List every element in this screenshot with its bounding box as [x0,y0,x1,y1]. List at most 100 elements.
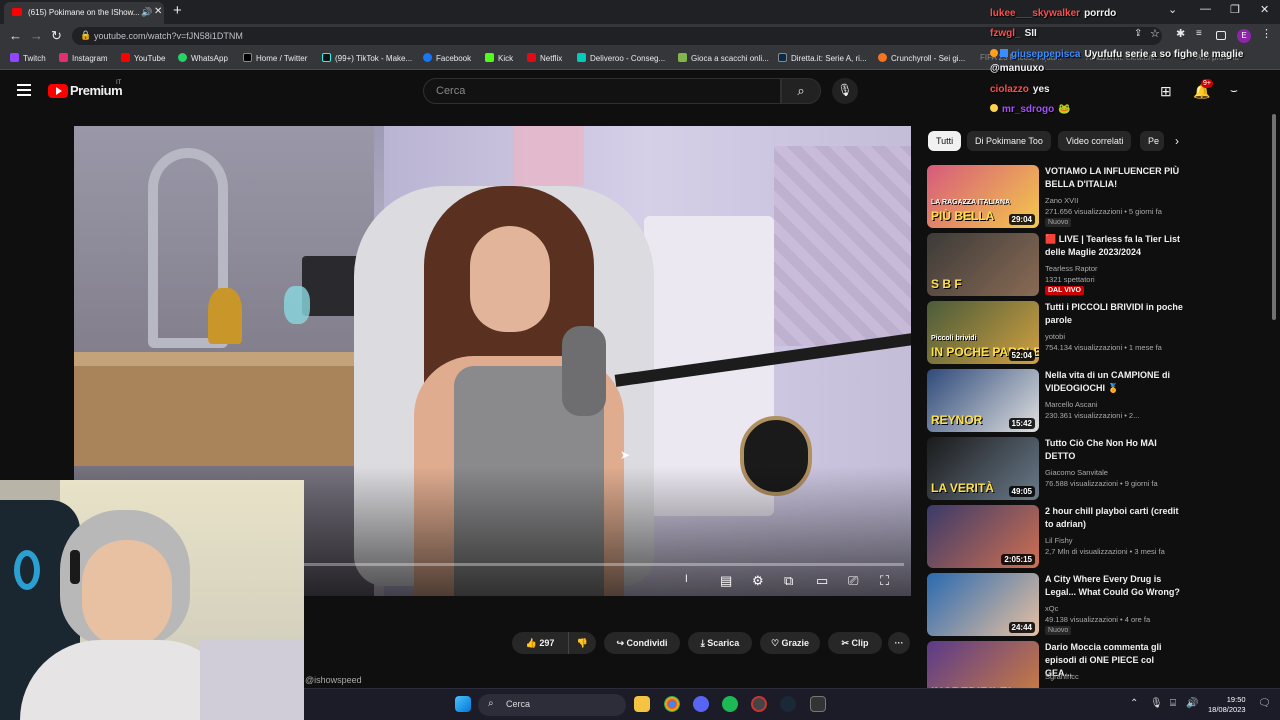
video-thumbnail[interactable]: Piccoli brividi IN POCHE PAROLE 52:04 [927,301,1039,364]
bookmark-chess[interactable]: Gioca a scacchi onli... [678,53,769,63]
bookmark-deliveroo[interactable]: Deliveroo - Conseg... [577,53,665,63]
youtube-logo-icon[interactable] [48,84,68,98]
download-button[interactable]: ⤓ Scarica [688,632,752,654]
bookmark-tiktok[interactable]: (99+) TikTok - Make... [322,53,412,63]
spotify-icon[interactable] [722,696,738,712]
miniplayer-icon[interactable]: ⧉ [784,573,793,589]
channel-name[interactable]: Giacomo Sanvitale [1045,468,1108,477]
video-title[interactable]: Nella vita di un CAMPIONE di VIDEOGIOCHI… [1045,369,1183,395]
windows-start-icon[interactable] [455,696,471,712]
channel-name[interactable]: Sgranfricc [1045,672,1079,681]
chevron-down-icon[interactable]: ⌄ [1168,3,1177,16]
microphone-icon[interactable]: 🎙 [1150,698,1163,709]
autoplay-toggle[interactable]: ⏽ [682,573,691,586]
bookmark-netflix[interactable]: Netflix [527,53,562,63]
fullscreen-icon[interactable]: ⛶ [880,573,889,589]
menu-dots-icon[interactable]: ⋮ [1261,27,1272,40]
star-icon[interactable]: ☆ [1150,27,1161,40]
bookmark-instagram[interactable]: Instagram [59,53,108,63]
bookmark-diretta[interactable]: Diretta.it: Serie A, ri... [778,53,867,63]
forward-arrow-icon[interactable]: → [30,28,43,43]
reload-icon[interactable]: ↻ [51,28,62,44]
speaker-icon[interactable]: 🔊 [141,7,152,18]
file-explorer-icon[interactable] [634,696,650,712]
recommended-video[interactable]: LA VERITÀ 49:05 Tutto Ciò Che Non Ho MAI D… [927,437,1187,501]
bookmark-twitch[interactable]: Twitch [10,53,46,63]
video-thumbnail[interactable]: REYNOR 15:42 [927,369,1039,432]
bookmark-youtube[interactable]: YouTube [121,53,165,63]
taskbar-search-input[interactable]: ⌕ Cerca [478,694,626,716]
search-button[interactable]: ⌕ [781,78,821,104]
voice-search-button[interactable]: 🎙 [832,78,858,104]
channel-handle[interactable]: @ishowspeed [305,675,362,685]
settings-gear-icon[interactable]: ⚙ [752,573,764,589]
volume-icon[interactable]: 🔊 [1186,698,1198,709]
chip-all[interactable]: Tutti [928,131,962,151]
chevron-up-icon[interactable]: ⌃ [1130,698,1138,709]
clip-button[interactable]: ✂ Clip [828,632,882,654]
channel-name[interactable]: yotobi [1045,332,1065,341]
channel-name[interactable]: Tearless Raptor [1045,264,1098,273]
search-input[interactable]: Cerca [423,78,781,104]
dislike-button[interactable]: 👎 [568,632,596,654]
channel-name[interactable]: xQc [1045,604,1058,613]
recommended-video[interactable]: S B F 🟥 LIVE | Tearless fa la Tier List d… [927,233,1187,297]
video-thumbnail[interactable]: 24:44 [927,573,1039,636]
video-thumbnail[interactable]: LA RAGAZZA ITALIANA PIÙ BELLA 29:04 [927,165,1039,228]
new-tab-icon[interactable]: + [173,2,182,19]
chrome-icon[interactable] [664,696,680,712]
system-clock[interactable]: 19:50 18/08/2023 [1208,695,1246,715]
channel-name[interactable]: Marcello Ascani [1045,400,1098,409]
obs-icon[interactable] [751,696,767,712]
recommended-video[interactable]: LA RAGAZZA ITALIANA PIÙ BELLA 29:04 VOTIAMO… [927,165,1187,229]
chip-related[interactable]: Video correlati [1058,131,1132,151]
cast-icon[interactable]: ⎚ [848,573,858,589]
extensions-icon[interactable]: ✱ [1176,27,1187,40]
chevron-right-icon[interactable]: › [1175,134,1179,148]
recommended-video[interactable]: 24:44 A City Where Every Drug is Legal...… [927,573,1187,637]
bookmark-facebook[interactable]: Facebook [423,53,471,63]
bookmark-kick[interactable]: Kick [485,53,513,63]
account-avatar[interactable]: ⌣ [1230,83,1238,98]
minimize-icon[interactable]: — [1200,3,1211,15]
video-title[interactable]: Tutto Ciò Che Non Ho MAI DETTO [1045,437,1183,463]
maximize-icon[interactable]: ❐ [1230,3,1240,16]
bookmark-twitter[interactable]: Home / Twitter [243,53,307,63]
bookmark-whatsapp[interactable]: WhatsApp [178,53,228,63]
recommended-video[interactable]: Piccoli brividi IN POCHE PAROLE 52:04 Tutti… [927,301,1187,365]
close-tab-icon[interactable]: ✕ [154,6,162,17]
channel-name[interactable]: Lil Fishy [1045,536,1073,545]
video-thumbnail[interactable]: LA VERITÀ 49:05 [927,437,1039,500]
app-icon[interactable] [810,696,826,712]
hamburger-menu-icon[interactable] [17,84,31,99]
video-title[interactable]: 2 hour chill playboi carti (credit to ad… [1045,505,1183,531]
discord-icon[interactable] [693,696,709,712]
share-icon[interactable]: ⇪ [1134,28,1145,39]
notifications-icon[interactable]: 🗨 [1258,698,1271,709]
thanks-button[interactable]: ♡ Grazie [760,632,820,654]
network-icon[interactable]: ⌸ [1170,698,1176,709]
video-title[interactable]: Tutti i PICCOLI BRIVIDI in poche parole [1045,301,1183,327]
video-progress-bar[interactable] [304,563,904,566]
channel-name[interactable]: Zano XVII [1045,196,1078,205]
browser-tab[interactable]: (615) Pokimane on the IShow... 🔊 ✕ [4,2,164,24]
side-panel-icon[interactable] [1216,31,1226,40]
reading-list-icon[interactable]: ≡ [1196,28,1207,39]
recommended-video[interactable]: REYNOR 15:42 Nella vita di un CAMPIONE di … [927,369,1187,433]
chip-from-channel[interactable]: Di Pokimane Too [967,131,1051,151]
more-actions-button[interactable]: ··· [888,632,910,654]
theater-mode-icon[interactable]: ▭ [816,573,828,589]
subtitles-icon[interactable]: ▤ [720,573,732,589]
bookmark-crunchyroll[interactable]: Crunchyroll - Sei gi... [878,53,965,63]
video-thumbnail[interactable]: 2:05:15 [927,505,1039,568]
like-button[interactable]: 👍 297 [512,632,568,654]
video-title[interactable]: VOTIAMO LA INFLUENCER PIÙ BELLA D'ITALIA… [1045,165,1183,191]
back-arrow-icon[interactable]: ← [9,28,22,43]
video-title[interactable]: 🟥 LIVE | Tearless fa la Tier List delle … [1045,233,1183,259]
share-button[interactable]: ↪ Condividi [604,632,680,654]
close-window-icon[interactable]: ✕ [1260,3,1269,16]
create-video-icon[interactable]: ⊞ [1160,83,1172,100]
profile-avatar[interactable]: E [1237,29,1251,43]
recommended-video[interactable]: 2:05:15 2 hour chill playboi carti (credi… [927,505,1187,569]
youtube-premium-logo[interactable]: Premium [70,83,123,98]
